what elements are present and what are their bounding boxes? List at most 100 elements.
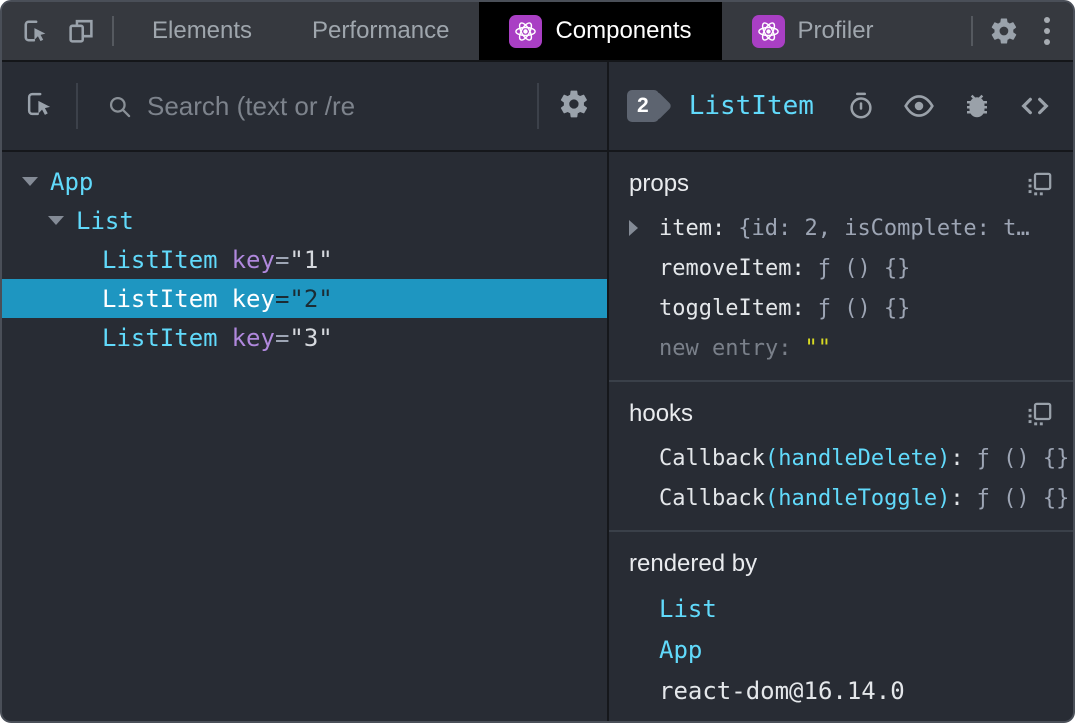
devtools-tab-bar: Elements Performance Components Profiler [2,2,1073,62]
hook-name: (handleDelete) [764,445,951,471]
expand-arrow-icon[interactable] [629,220,659,236]
toolbar-divider [537,83,539,129]
stopwatch-icon [850,92,872,119]
prop-name: new entry: [659,335,792,361]
toolbar-divider [76,83,78,129]
toolbar-divider [112,16,114,46]
hook-value: ƒ () {} [976,445,1070,471]
tab-profiler[interactable]: Profiler [722,2,904,60]
inspect-element-button[interactable] [12,2,58,60]
props-list: item: {id: 2, isComplete: t… removeItem: ƒ … [629,208,1053,368]
device-toolbar-button[interactable] [58,2,104,60]
tab-performance[interactable]: Performance [282,2,479,60]
component-name: ListItem [102,284,218,313]
react-logo-icon [751,14,785,48]
tab-elements[interactable]: Elements [122,2,282,60]
kebab-dot-icon [1044,17,1050,23]
hook-kind: Callback [659,485,765,511]
tree-row-list[interactable]: List [2,201,607,240]
hook-name: (handleToggle) [764,485,951,511]
component-tree: App List ListItem key="1" ListItem key="2" Lis… [2,152,607,721]
bug-icon [967,94,987,118]
toolbar-divider [971,16,973,46]
component-name: ListItem [102,323,218,352]
prop-name: toggleItem: [659,295,805,321]
tree-toolbar [2,62,607,152]
gear-icon [558,88,590,125]
props-section: props item: {id: 2, isComplete: t… remov… [609,152,1073,382]
rendered-by-item-react-dom-16-14-0: react-dom@16.14.0 [659,676,905,705]
hooks-section: hooks Callback (handleDelete): ƒ () {} … [609,382,1073,532]
prop-row-item[interactable]: item: {id: 2, isComplete: t… [629,208,1053,248]
suspend-timer-button[interactable] [846,91,876,121]
inspect-component-button[interactable] [14,62,64,150]
prop-name: removeItem: [659,255,805,281]
search-input[interactable] [139,90,527,122]
hook-colon: : [950,485,964,511]
eye-icon [904,95,934,117]
gear-icon [989,16,1019,46]
more-menu-button[interactable] [1027,2,1067,60]
rendered-by-item-app[interactable]: App [629,629,1053,670]
expand-arrow-icon[interactable] [48,216,76,225]
kebab-dot-icon [1044,39,1050,45]
hook-kind: Callback [659,445,765,471]
rendered-by-item-list[interactable]: List [629,588,1053,629]
copy-props-button[interactable] [1026,171,1053,198]
tab-label: Elements [152,17,253,44]
tree-row-listitem-1[interactable]: ListItem key="1" [2,240,607,279]
prop-row-removeItem[interactable]: removeItem: ƒ () {} [629,248,1053,288]
key-attribute: key="2" [231,284,333,313]
topbar-right-controls [963,2,1073,60]
inspector-actions [846,90,1073,122]
rendered-by-title: rendered by [629,550,758,577]
rendered-by-list: List App react-dom@16.14.0 [629,588,1053,711]
tab-label: Components [555,17,692,44]
hooks-title: hooks [629,400,694,427]
settings-button[interactable] [981,2,1027,60]
code-brackets-icon [1021,97,1049,115]
inspect-cursor-icon [23,88,55,125]
tree-row-listitem-2[interactable]: ListItem key="2" [2,279,607,318]
tab-label: Performance [312,17,450,44]
key-attribute: key="3" [231,323,333,352]
prop-value: ƒ () {} [817,295,911,321]
log-to-console-button[interactable] [962,91,992,121]
copy-hooks-button[interactable] [1026,401,1053,428]
prop-row-toggleItem[interactable]: toggleItem: ƒ () {} [629,288,1053,328]
tab-strip: Elements Performance Components Profiler [122,2,904,60]
tab-label: Profiler [797,17,874,44]
device-toolbar-icon [66,16,96,46]
component-name: App [50,167,94,196]
inspect-dom-button[interactable] [903,90,935,122]
prop-value[interactable]: "" [804,336,831,361]
expand-arrow-icon[interactable] [22,177,50,186]
selected-index-badge: 2 [627,90,659,122]
component-inspector-panel: 2 ListItem props item: {id: 2, isComplet… [609,62,1073,721]
hook-row-handleToggle[interactable]: Callback (handleToggle): ƒ () {} [629,478,1069,518]
copy-icon [1028,172,1052,195]
tab-components[interactable]: Components [479,2,722,60]
key-attribute: key="1" [231,245,333,274]
props-title: props [629,170,690,197]
view-settings-button[interactable] [549,62,599,150]
hook-colon: : [950,445,964,471]
prop-row-new-entry[interactable]: new entry: "" [629,328,1053,368]
tree-row-listitem-3[interactable]: ListItem key="3" [2,318,607,357]
tree-row-app[interactable]: App [2,162,607,201]
react-logo-icon [509,14,543,48]
hook-value: ƒ () {} [976,485,1070,511]
inspector-sections: props item: {id: 2, isComplete: t… remov… [609,152,1073,721]
prop-value: ƒ () {} [817,255,911,281]
prop-name: item: [659,215,726,241]
view-source-button[interactable] [1019,90,1051,122]
hooks-list: Callback (handleDelete): ƒ () {} Callback (h… [629,438,1069,518]
prop-value: {id: 2, isComplete: t… [738,215,1030,241]
hook-row-handleDelete[interactable]: Callback (handleDelete): ƒ () {} [629,438,1069,478]
kebab-dot-icon [1044,28,1050,34]
components-tree-panel: AppListListItemkey="1"ListItemkey="2"Lis… [2,62,609,721]
devtools-body: AppListListItemkey="1"ListItemkey="2"Lis… [2,62,1073,721]
copy-icon [1028,402,1052,425]
inspector-header: 2 ListItem [609,62,1073,152]
component-name: List [76,206,134,235]
